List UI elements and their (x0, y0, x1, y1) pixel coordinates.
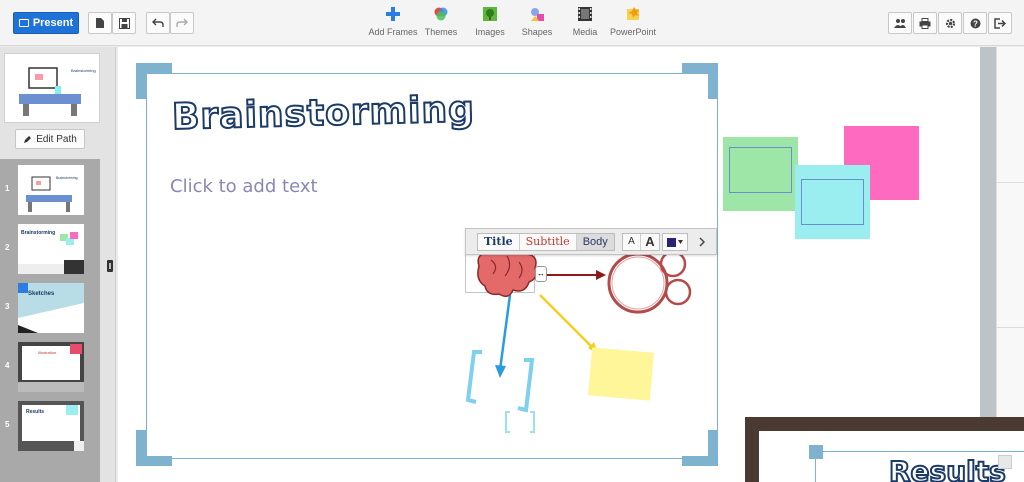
exit-icon (994, 17, 1006, 29)
undo-button[interactable] (146, 12, 170, 34)
present-button[interactable]: Present (13, 12, 79, 34)
slide-number: 1 (5, 184, 10, 193)
slide-item-4[interactable]: 4 Illustration (0, 340, 100, 396)
save-icon (118, 17, 130, 29)
left-panel: Brainstorming Edit Path 1 Brainstorming … (0, 47, 116, 482)
decrease-font-button[interactable]: A (623, 234, 641, 250)
slide-item-1[interactable]: 1 Brainstorming (0, 163, 100, 219)
results-title: Results (888, 454, 1007, 482)
slide-item-2[interactable]: 2 Brainstorming (0, 222, 100, 278)
print-button[interactable] (913, 12, 937, 34)
text-color-picker[interactable] (662, 233, 688, 251)
frame-corner-tl (136, 63, 172, 99)
new-file-button[interactable] (88, 12, 112, 34)
slide-title[interactable]: Brainstorming (171, 88, 477, 139)
slide-item-5[interactable]: 5 Results (0, 399, 100, 455)
editor-root: Present Add Frames Themes Images Shapes … (0, 0, 1024, 482)
slide-number: 3 (5, 302, 10, 311)
text-format-toolbar: Title Subtitle Body A A (465, 228, 717, 255)
images-icon (483, 7, 497, 21)
svg-text:?: ? (973, 19, 978, 28)
slide-thumbnail: Brainstorming (18, 165, 84, 215)
help-icon: ? (970, 18, 980, 28)
slide-thumbnail: Sketches (18, 283, 84, 333)
sticky-note-green[interactable] (723, 137, 798, 211)
themes-label: Themes (424, 27, 458, 37)
slide-thumbnail: Results (18, 401, 84, 451)
text-style-group: Title Subtitle Body (477, 233, 615, 251)
font-size-group: A A (622, 233, 660, 251)
overview-thumbnail[interactable]: Brainstorming (4, 53, 100, 123)
svg-text:Brainstorming: Brainstorming (21, 230, 55, 236)
new-file-icon (96, 18, 104, 28)
save-button[interactable] (112, 12, 136, 34)
style-body-button[interactable]: Body (576, 234, 614, 250)
expand-icon[interactable] (998, 455, 1012, 469)
resize-handle[interactable]: ↔ (535, 266, 547, 282)
increase-font-button[interactable]: A (641, 234, 659, 250)
themes-icon (434, 7, 448, 21)
slide-number: 2 (5, 243, 10, 252)
gear-icon (945, 18, 955, 28)
help-button[interactable]: ? (963, 12, 987, 34)
people-icon (894, 19, 906, 28)
edit-path-label: Edit Path (36, 133, 77, 145)
print-icon (919, 17, 931, 29)
slide-thumbnail: Brainstorming (18, 224, 84, 274)
overview-image: Brainstorming (19, 67, 96, 116)
themes-tool[interactable]: Themes (413, 6, 469, 37)
shapes-icon (531, 8, 544, 21)
add-frames-icon (386, 7, 400, 21)
style-title-button[interactable]: Title (478, 234, 520, 250)
pencil-icon (24, 135, 32, 143)
panel-collapse-handle[interactable] (107, 260, 113, 272)
redo-icon (176, 18, 188, 27)
powerpoint-icon (627, 7, 639, 20)
monitor-icon (18, 19, 29, 27)
powerpoint-label: PowerPoint (609, 27, 657, 37)
powerpoint-tool[interactable]: PowerPoint (605, 6, 661, 37)
slide-item-3[interactable]: 3 Sketches (0, 281, 100, 337)
svg-text:Brainstorming: Brainstorming (56, 176, 78, 180)
frame-corner-tr (682, 63, 718, 99)
present-label: Present (32, 17, 74, 29)
sticky-note-cyan[interactable] (795, 165, 870, 239)
undo-icon (152, 18, 164, 27)
slide-number: 5 (5, 420, 10, 429)
chevron-down-icon (678, 240, 683, 244)
style-subtitle-button[interactable]: Subtitle (520, 234, 577, 250)
add-text-placeholder[interactable]: Click to add text (170, 176, 318, 197)
slide-number: 4 (5, 361, 10, 370)
redo-button[interactable] (170, 12, 194, 34)
svg-text:Illustration: Illustration (38, 350, 56, 355)
frame-corner-bl (136, 430, 172, 466)
settings-button[interactable] (938, 12, 962, 34)
exit-button[interactable] (988, 12, 1012, 34)
svg-text:Sketches: Sketches (28, 291, 55, 297)
svg-text:Brainstorming: Brainstorming (71, 68, 96, 73)
svg-text:Results: Results (26, 409, 44, 415)
slide-list: 1 Brainstorming 2 Brainstorming 3 Sketch… (0, 159, 100, 482)
media-icon (578, 7, 592, 21)
top-toolbar: Present Add Frames Themes Images Shapes … (0, 0, 1024, 46)
slide-thumbnail: Illustration (18, 342, 84, 392)
color-swatch (667, 237, 676, 247)
results-frame-preview[interactable]: Results (745, 417, 1024, 482)
chevron-right-icon[interactable] (699, 237, 705, 247)
share-button[interactable] (888, 12, 912, 34)
edit-path-button[interactable]: Edit Path (15, 129, 85, 149)
